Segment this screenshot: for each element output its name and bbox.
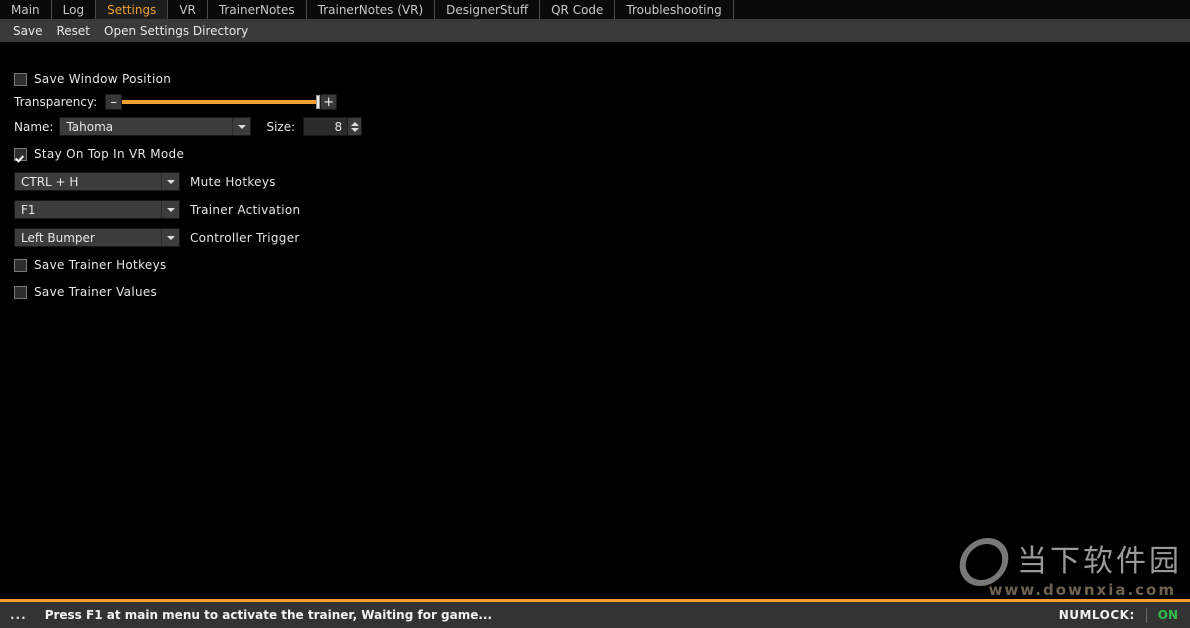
status-dots: ... — [10, 608, 27, 622]
tab-vr[interactable]: VR — [168, 0, 208, 19]
save-window-position-row[interactable]: Save Window Position — [14, 72, 171, 86]
tab-label: TrainerNotes — [218, 2, 295, 17]
save-trainer-values-row[interactable]: Save Trainer Values — [14, 285, 157, 299]
transparency-decrease-button[interactable]: – — [105, 94, 123, 110]
transparency-row: Transparency: – + — [14, 94, 338, 110]
menu-item-open-settings-directory[interactable]: Open Settings Directory — [98, 23, 254, 39]
tab-label: DesignerStuff — [446, 2, 529, 17]
trainer-activation-caption: Trainer Activation — [190, 202, 301, 217]
hotkey-row-controller-trigger: Left Bumper Controller Trigger — [14, 228, 300, 247]
watermark-text: 当下软件园 — [1017, 544, 1182, 579]
font-size-label: Size: — [266, 119, 296, 134]
tab-label: QR Code — [551, 2, 604, 17]
watermark-logo: 当下软件园 — [956, 538, 1182, 586]
transparency-increase-button[interactable]: + — [320, 94, 338, 110]
spinner-up-icon[interactable] — [350, 121, 359, 126]
mute-hotkeys-value: CTRL + H — [21, 174, 79, 189]
application-window: Main Log Settings VR TrainerNotes Traine… — [0, 0, 1190, 628]
trainer-activation-dropdown[interactable]: F1 — [14, 200, 180, 219]
transparency-label: Transparency: — [14, 95, 98, 109]
numlock-label: NUMLOCK: — [1058, 608, 1135, 622]
font-name-dropdown[interactable]: Tahoma — [59, 117, 252, 136]
stay-on-top-label: Stay On Top In VR Mode — [34, 147, 185, 161]
font-size-stepper[interactable]: 8 — [303, 117, 363, 136]
save-window-position-checkbox[interactable] — [14, 72, 27, 86]
tab-trainernotes[interactable]: TrainerNotes — [208, 0, 307, 19]
chevron-down-icon[interactable] — [232, 118, 251, 135]
tab-bar-filler — [734, 0, 1190, 19]
tab-label: Log — [62, 2, 85, 17]
tab-label: Main — [11, 2, 40, 17]
controller-trigger-caption: Controller Trigger — [190, 230, 300, 245]
mute-hotkeys-caption: Mute Hotkeys — [190, 174, 276, 189]
menu-item-reset[interactable]: Reset — [50, 23, 96, 39]
hotkey-row-mute: CTRL + H Mute Hotkeys — [14, 172, 276, 191]
transparency-slider-fill — [122, 100, 321, 104]
tab-trainernotes-vr[interactable]: TrainerNotes (VR) — [307, 0, 436, 19]
hotkey-row-trainer-activation: F1 Trainer Activation — [14, 200, 300, 219]
menu-item-save[interactable]: Save — [7, 23, 48, 39]
font-size-value[interactable]: 8 — [304, 118, 347, 135]
mute-hotkeys-dropdown[interactable]: CTRL + H — [14, 172, 180, 191]
chevron-down-icon[interactable] — [161, 229, 179, 246]
watermark-url: www.downxia.com — [988, 581, 1176, 599]
save-trainer-values-label: Save Trainer Values — [34, 285, 158, 299]
font-size-spin-buttons[interactable] — [347, 118, 362, 135]
tab-label: Settings — [107, 2, 157, 17]
font-name-value: Tahoma — [66, 119, 114, 134]
tab-designerstuff[interactable]: DesignerStuff — [435, 0, 541, 19]
spinner-down-icon[interactable] — [350, 127, 359, 132]
tab-bar: Main Log Settings VR TrainerNotes Traine… — [0, 0, 1190, 19]
tab-label: TrainerNotes (VR) — [317, 2, 424, 17]
numlock-divider — [1145, 607, 1147, 623]
transparency-slider-thumb[interactable] — [316, 95, 321, 109]
save-trainer-hotkeys-row[interactable]: Save Trainer Hotkeys — [14, 258, 167, 272]
tab-label: VR — [179, 2, 196, 17]
tab-label: Troubleshooting — [626, 2, 722, 17]
save-trainer-hotkeys-label: Save Trainer Hotkeys — [34, 258, 167, 272]
trainer-activation-value: F1 — [21, 202, 36, 217]
transparency-slider[interactable] — [122, 94, 321, 110]
controller-trigger-dropdown[interactable]: Left Bumper — [14, 228, 180, 247]
stay-on-top-row[interactable]: Stay On Top In VR Mode — [14, 147, 184, 161]
tab-main[interactable]: Main — [0, 0, 52, 19]
font-name-label: Name: — [14, 119, 54, 134]
tab-qr-code[interactable]: QR Code — [540, 0, 616, 19]
tab-settings[interactable]: Settings — [96, 0, 169, 19]
status-message: Press F1 at main menu to activate the tr… — [44, 608, 493, 622]
save-trainer-values-checkbox[interactable] — [14, 285, 27, 299]
numlock-status-badge: ON — [1157, 608, 1178, 622]
chevron-down-icon[interactable] — [161, 173, 179, 190]
stay-on-top-checkbox[interactable] — [14, 147, 27, 161]
controller-trigger-value: Left Bumper — [21, 230, 95, 245]
tab-troubleshooting[interactable]: Troubleshooting — [615, 0, 734, 19]
settings-panel: Save Window Position Transparency: – + N… — [0, 42, 1190, 607]
watermark-o-icon — [956, 538, 1012, 586]
font-row: Name: Tahoma Size: 8 — [14, 117, 363, 136]
save-window-position-label: Save Window Position — [34, 72, 172, 86]
chevron-down-icon[interactable] — [161, 201, 179, 218]
menu-bar: Save Reset Open Settings Directory — [0, 19, 1190, 42]
tab-log[interactable]: Log — [52, 0, 97, 19]
save-trainer-hotkeys-checkbox[interactable] — [14, 258, 27, 272]
status-bar: ... Press F1 at main menu to activate th… — [0, 602, 1190, 628]
